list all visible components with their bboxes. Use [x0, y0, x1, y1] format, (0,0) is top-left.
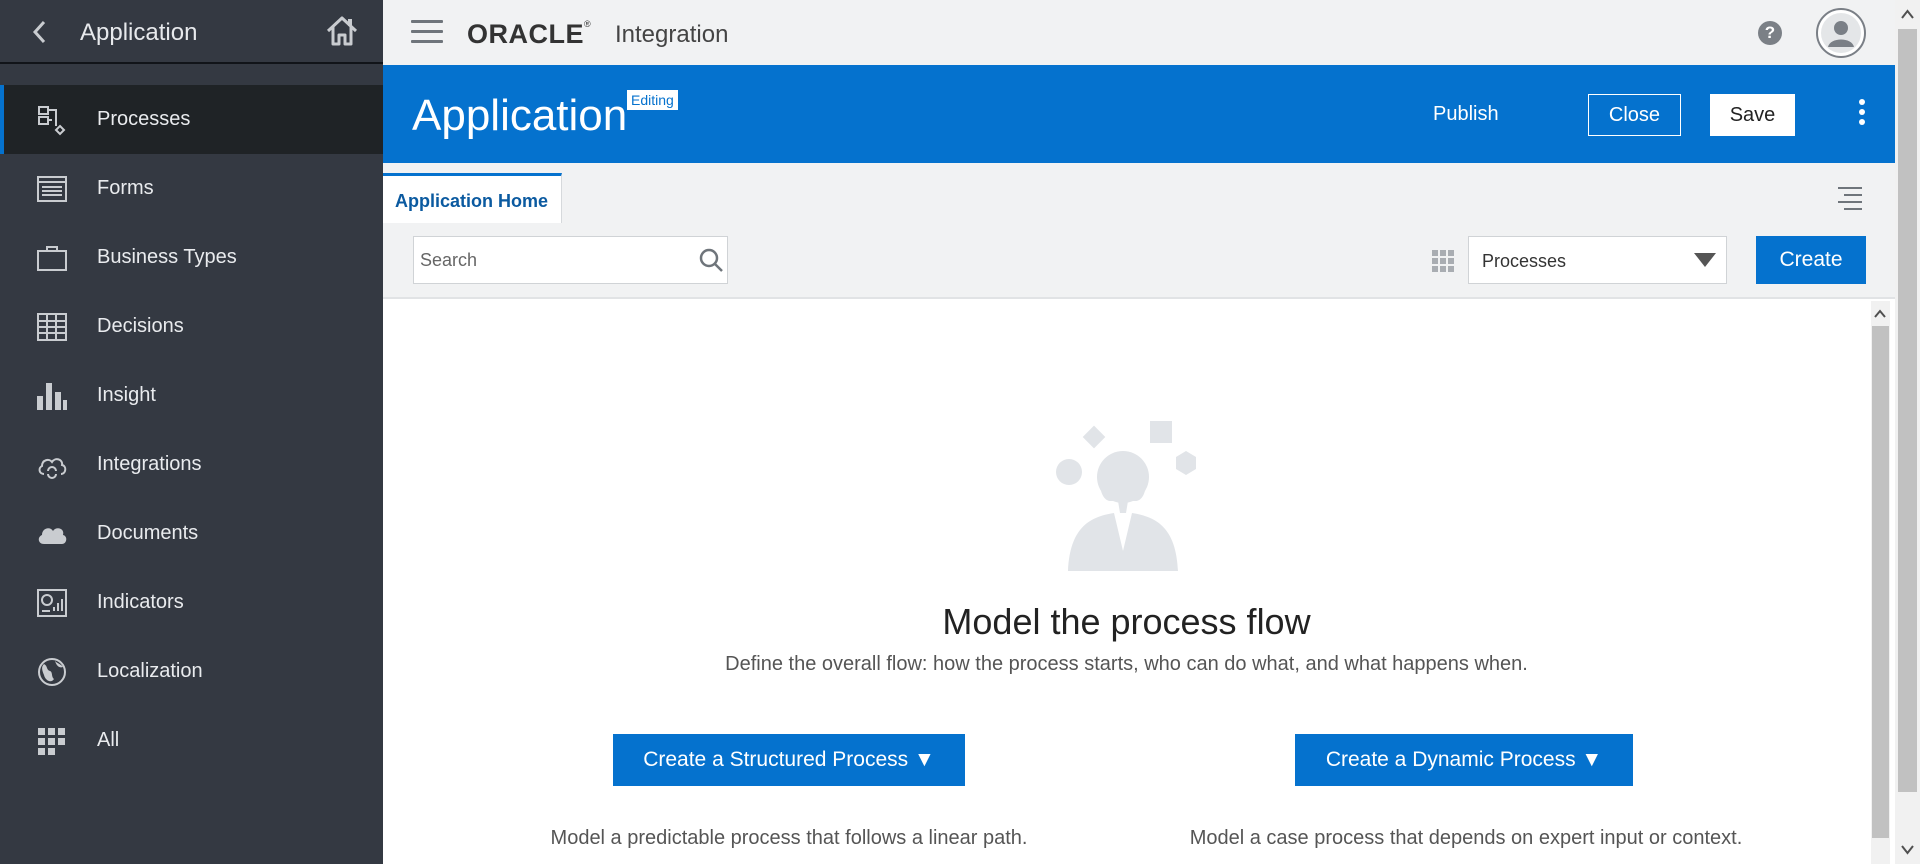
select-value: Processes — [1482, 251, 1567, 271]
sidebar-item-label: Indicators — [97, 591, 184, 613]
sidebar-item-label: Business Types — [97, 246, 237, 268]
scroll-up-icon[interactable] — [1901, 8, 1914, 21]
scroll-up-icon[interactable] — [1874, 307, 1886, 319]
product-name: Integration — [615, 21, 729, 48]
empty-state-heading: Model the process flow — [942, 601, 1311, 642]
apps-grid-icon — [36, 725, 68, 757]
cloud-docs-icon — [36, 518, 68, 550]
structured-process-description: Model a predictable process that follows… — [550, 827, 1028, 849]
help-icon[interactable]: ? — [1758, 21, 1782, 45]
publish-button[interactable]: Publish — [1433, 103, 1499, 126]
sidebar-item-business-types[interactable]: Business Types — [0, 223, 383, 292]
search-input[interactable] — [420, 247, 670, 273]
content-scrollbar[interactable] — [1871, 301, 1890, 864]
application-header: Application Editing Publish Close Save — [383, 65, 1895, 163]
sidebar-item-all[interactable]: All — [0, 706, 383, 775]
search-box — [413, 236, 728, 284]
top-bar: ORACLE® Integration ? — [383, 0, 1895, 65]
scrollbar-thumb[interactable] — [1898, 29, 1917, 792]
process-modeler-illustration-icon — [1048, 421, 1198, 571]
sidebar-item-decisions[interactable]: Decisions — [0, 292, 383, 361]
dynamic-process-description: Model a case process that depends on exp… — [1189, 827, 1743, 849]
main-content: Model the process flow Define the overal… — [383, 301, 1870, 864]
window-scrollbar[interactable] — [1895, 0, 1920, 864]
forms-icon — [36, 173, 68, 205]
dashboard-icon — [36, 587, 68, 619]
processes-icon — [36, 104, 68, 136]
hamburger-menu-icon[interactable] — [411, 20, 443, 44]
empty-state-subheading: Define the overall flow: how the process… — [725, 653, 1528, 675]
tab-strip: Application Home — [383, 163, 1895, 223]
sidebar-item-forms[interactable]: Forms — [0, 154, 383, 223]
globe-icon — [36, 656, 68, 688]
home-icon[interactable] — [324, 13, 360, 49]
status-badge: Editing — [626, 89, 679, 111]
sidebar-item-label: Insight — [97, 384, 156, 406]
page-title: Application — [412, 91, 628, 140]
search-icon[interactable] — [698, 247, 724, 273]
sidebar-item-insight[interactable]: Insight — [0, 361, 383, 430]
sidebar-item-indicators[interactable]: Indicators — [0, 568, 383, 637]
grid-view-icon[interactable] — [1432, 250, 1454, 272]
create-button[interactable]: Create — [1756, 236, 1866, 284]
list-view-icon[interactable] — [1838, 187, 1862, 210]
sidebar-item-processes[interactable]: Processes — [0, 85, 383, 154]
toolbar: Processes Create — [383, 223, 1895, 299]
sidebar-item-documents[interactable]: Documents — [0, 499, 383, 568]
sidebar-item-label: Forms — [97, 177, 154, 199]
sidebar-item-label: Processes — [97, 108, 191, 130]
sidebar-item-integrations[interactable]: Integrations — [0, 430, 383, 499]
close-button[interactable]: Close — [1588, 94, 1681, 136]
create-dynamic-process-button[interactable]: Create a Dynamic Process ▼ — [1295, 734, 1633, 786]
sidebar-item-label: Localization — [97, 660, 203, 682]
sidebar-item-label: All — [97, 729, 120, 751]
tab-application-home[interactable]: Application Home — [383, 173, 562, 223]
user-avatar[interactable] — [1816, 8, 1866, 58]
sidebar-item-label: Documents — [97, 522, 199, 544]
sidebar-nav: Processes Forms Business Types Decisions… — [0, 85, 383, 775]
tab-label: Application Home — [395, 191, 549, 211]
sidebar: Application Processes Forms Business Typ… — [0, 0, 383, 864]
chevron-down-icon — [1694, 253, 1716, 267]
scroll-down-icon[interactable] — [1901, 843, 1914, 856]
more-options-icon[interactable] — [1852, 99, 1872, 129]
type-filter-select[interactable]: Processes — [1468, 236, 1727, 284]
sidebar-item-label: Decisions — [97, 315, 184, 337]
oracle-logo: ORACLE® — [467, 19, 592, 49]
bar-chart-icon — [36, 380, 68, 412]
scrollbar-thumb[interactable] — [1872, 326, 1889, 838]
save-button[interactable]: Save — [1710, 94, 1795, 136]
sidebar-title: Application — [80, 19, 198, 46]
sidebar-item-localization[interactable]: Localization — [0, 637, 383, 706]
create-structured-process-button[interactable]: Create a Structured Process ▼ — [613, 734, 965, 786]
cloud-sync-icon — [36, 449, 68, 481]
sidebar-item-label: Integrations — [97, 453, 202, 475]
briefcase-icon — [36, 242, 68, 274]
sidebar-header: Application — [0, 0, 383, 64]
chevron-left-icon[interactable] — [28, 16, 52, 48]
table-grid-icon — [36, 311, 68, 343]
